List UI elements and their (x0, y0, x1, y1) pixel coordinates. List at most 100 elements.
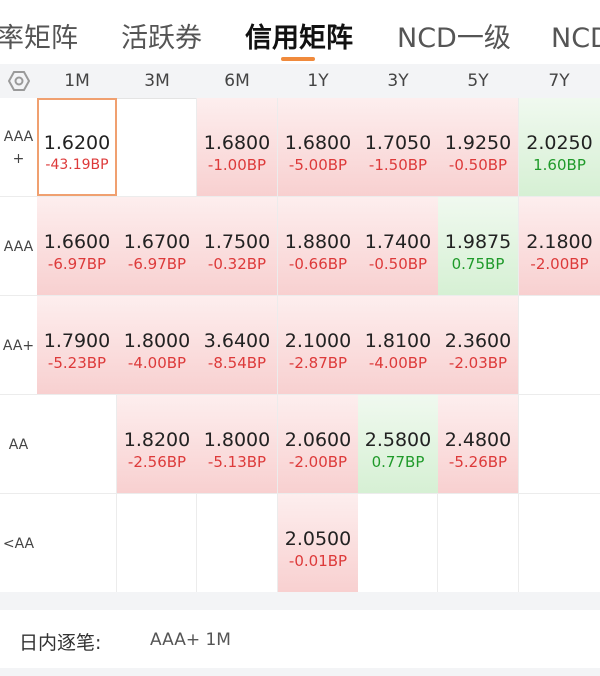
matrix-cell[interactable]: 2.5800 0.77BP (358, 395, 438, 493)
change-bp-value: -1.00BP (207, 156, 267, 174)
tab-4[interactable]: NCD (551, 0, 600, 64)
change-bp-value: -0.50BP (368, 255, 428, 273)
matrix-cell[interactable]: 2.0250 1.60BP (519, 98, 600, 196)
yield-value: 1.7050 (364, 132, 432, 154)
matrix-cell[interactable]: 2.0500 -0.01BP (278, 494, 358, 592)
row-label: AAA (0, 197, 37, 296)
yield-value: 1.9875 (444, 231, 512, 253)
yield-value: 1.6600 (43, 231, 111, 253)
yield-value: 1.8100 (364, 330, 432, 352)
yield-value: 2.1000 (284, 330, 352, 352)
active-tab-indicator (281, 57, 315, 61)
matrix-cell[interactable]: 2.3600 -2.03BP (438, 296, 518, 394)
column-header-3y[interactable]: 3Y (358, 64, 438, 98)
matrix-cell[interactable]: 1.8100 -4.00BP (358, 296, 438, 394)
credit-matrix-grid: 1M 3M 6M 1Y 3Y 5Y 7Y AAA + 1.6200 -43.19BP 1.6800… (0, 64, 600, 593)
column-header-7y[interactable]: 7Y (519, 64, 599, 98)
matrix-cell[interactable]: 1.7050 -1.50BP (358, 98, 438, 196)
bottom-divider (0, 668, 600, 676)
yield-value: 1.6800 (203, 132, 271, 154)
change-bp-value: -2.00BP (288, 453, 348, 471)
matrix-cell[interactable]: 1.9875 0.75BP (438, 197, 518, 295)
matrix-cell[interactable]: 1.6800 -5.00BP (278, 98, 358, 196)
matrix-cell[interactable]: 2.1800 -2.00BP (519, 197, 600, 295)
change-bp-value: -0.01BP (288, 552, 348, 570)
matrix-cell[interactable]: 1.8800 -0.66BP (278, 197, 358, 295)
row-label: AAA + (0, 98, 37, 197)
change-bp-value: -5.00BP (288, 156, 348, 174)
yield-value: 2.3600 (444, 330, 512, 352)
row-label: AA+ (0, 296, 37, 395)
matrix-cell[interactable]: 1.6600 -6.97BP (37, 197, 117, 295)
matrix-cell[interactable]: 1.6200 -43.19BP (37, 98, 117, 196)
section-divider (0, 592, 600, 610)
change-bp-value: -6.97BP (47, 255, 107, 273)
column-header-1m[interactable]: 1M (37, 64, 117, 98)
tab-1[interactable]: 活跃券 (121, 0, 202, 64)
matrix-cell[interactable]: 2.1000 -2.87BP (278, 296, 358, 394)
change-bp-value: -2.56BP (127, 453, 187, 471)
matrix-cell[interactable]: 1.7400 -0.50BP (358, 197, 438, 295)
row-label: AA (0, 395, 37, 494)
tab-0[interactable]: 率矩阵 (0, 0, 78, 64)
matrix-cell[interactable]: 1.9250 -0.50BP (438, 98, 518, 196)
gear-icon[interactable] (0, 64, 37, 98)
matrix-cell[interactable]: 1.8200 -2.56BP (117, 395, 197, 493)
change-bp-value: -4.00BP (127, 354, 187, 372)
yield-value: 1.7500 (203, 231, 271, 253)
change-bp-value: -2.87BP (288, 354, 348, 372)
yield-value: 2.1800 (526, 231, 593, 253)
change-bp-value: -43.19BP (45, 157, 109, 173)
yield-value: 2.0500 (284, 528, 352, 550)
matrix-cell[interactable]: 2.4800 -5.26BP (438, 395, 518, 493)
change-bp-value: -2.03BP (448, 354, 508, 372)
column-header-row: 1M 3M 6M 1Y 3Y 5Y 7Y (0, 64, 600, 99)
change-bp-value: -4.00BP (368, 354, 428, 372)
change-bp-value: -6.97BP (127, 255, 187, 273)
yield-value: 1.8200 (123, 429, 191, 451)
column-header-5y[interactable]: 5Y (438, 64, 518, 98)
yield-value: 1.6200 (43, 132, 111, 154)
row-label: <AA (0, 494, 37, 593)
change-bp-value: -1.50BP (368, 156, 428, 174)
matrix-cell[interactable]: 3.6400 -8.54BP (197, 296, 277, 394)
change-bp-value: -5.26BP (448, 453, 508, 471)
matrix-cell[interactable]: 1.6700 -6.97BP (117, 197, 197, 295)
intraday-trades-label: 日内逐笔: (19, 632, 102, 654)
change-bp-value: -5.13BP (207, 453, 267, 471)
change-bp-value: 0.75BP (451, 255, 505, 273)
change-bp-value: -0.50BP (448, 156, 508, 174)
yield-value: 1.8000 (203, 429, 271, 451)
intraday-trades-bar[interactable]: 日内逐笔: AAA+ 1M (0, 610, 600, 668)
column-header-1y[interactable]: 1Y (278, 64, 358, 98)
change-bp-value: -0.32BP (207, 255, 267, 273)
matrix-cell[interactable]: 1.7500 -0.32BP (197, 197, 277, 295)
yield-value: 1.9250 (444, 132, 512, 154)
column-header-3m[interactable]: 3M (117, 64, 197, 98)
matrix-cell[interactable]: 1.6800 -1.00BP (197, 98, 277, 196)
yield-value: 2.5800 (364, 429, 432, 451)
yield-value: 1.7400 (364, 231, 432, 253)
yield-value: 3.6400 (203, 330, 271, 352)
matrix-cell[interactable]: 1.7900 -5.23BP (37, 296, 117, 394)
change-bp-value: 1.60BP (533, 156, 586, 174)
yield-value: 2.4800 (444, 429, 512, 451)
yield-value: 2.0250 (526, 132, 593, 154)
matrix-cell[interactable]: 1.8000 -5.13BP (197, 395, 277, 493)
intraday-trades-value: AAA+ 1M (150, 630, 231, 650)
yield-value: 2.0600 (284, 429, 352, 451)
matrix-cell[interactable]: 1.8000 -4.00BP (117, 296, 197, 394)
tab-bar: 率矩阵活跃券信用矩阵 NCD一级 NCD (0, 0, 600, 64)
change-bp-value: -2.00BP (530, 255, 589, 273)
matrix-cell[interactable]: 2.0600 -2.00BP (278, 395, 358, 493)
change-bp-value: -0.66BP (288, 255, 348, 273)
yield-value: 1.6700 (123, 231, 191, 253)
tab-3[interactable]: NCD一级 (397, 0, 511, 64)
change-bp-value: -8.54BP (207, 354, 267, 372)
tab-2[interactable]: 信用矩阵 (245, 0, 353, 64)
yield-value: 1.8000 (123, 330, 191, 352)
column-header-6m[interactable]: 6M (197, 64, 277, 98)
change-bp-value: -5.23BP (47, 354, 107, 372)
change-bp-value: 0.77BP (371, 453, 425, 471)
yield-value: 1.7900 (43, 330, 111, 352)
